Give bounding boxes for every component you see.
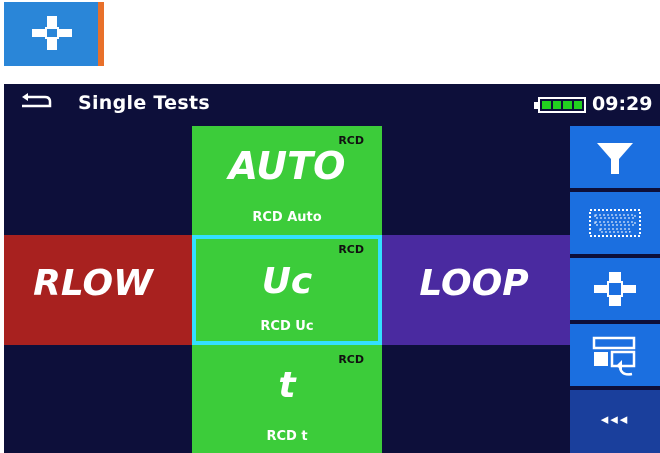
tile-loop[interactable]: LOOP xyxy=(382,235,570,345)
view-toggle-button[interactable] xyxy=(4,2,104,66)
clock: 09:29 xyxy=(592,93,653,115)
sidebar: ◂◂◂ xyxy=(570,126,660,453)
tile-name: LOOP xyxy=(419,263,529,304)
switch-view-icon xyxy=(592,336,636,376)
tile-label: RCD t xyxy=(266,429,308,444)
tile-label: RCD Uc xyxy=(260,319,314,334)
filter-icon xyxy=(597,143,633,174)
cross-view-icon xyxy=(594,272,636,306)
tile-name: Uc xyxy=(261,261,313,302)
tile-rcd-uc[interactable]: RCD Uc RCD Uc xyxy=(192,235,382,345)
tile-label: RCD Auto xyxy=(252,210,322,225)
keyboard-button[interactable] xyxy=(570,192,660,254)
tile-tag: RCD xyxy=(338,243,364,256)
battery-icon xyxy=(534,97,586,113)
accent-strip xyxy=(98,2,104,66)
page-title: Single Tests xyxy=(78,92,210,114)
tile-rlow[interactable]: RLOW xyxy=(4,235,192,345)
tile-rcd-auto[interactable]: RCD AUTO RCD Auto xyxy=(192,126,382,235)
cross-view-icon xyxy=(32,16,72,50)
more-label: ◂◂◂ xyxy=(600,410,630,428)
keyboard-icon xyxy=(589,209,641,237)
title-bar: Single Tests 09:29 xyxy=(4,84,660,126)
more-button[interactable]: ◂◂◂ xyxy=(570,390,660,453)
cross-view-button[interactable] xyxy=(570,258,660,320)
instrument-screen: Single Tests 09:29 RCD AUTO RCD Auto RLO… xyxy=(4,84,660,453)
filter-button[interactable] xyxy=(570,126,660,188)
switch-view-button[interactable] xyxy=(570,324,660,386)
tile-rcd-t[interactable]: RCD t RCD t xyxy=(192,345,382,453)
tile-name: AUTO xyxy=(228,144,346,188)
tile-name: t xyxy=(278,365,296,406)
tile-name: RLOW xyxy=(33,263,153,304)
back-arrow-icon[interactable] xyxy=(18,92,54,114)
